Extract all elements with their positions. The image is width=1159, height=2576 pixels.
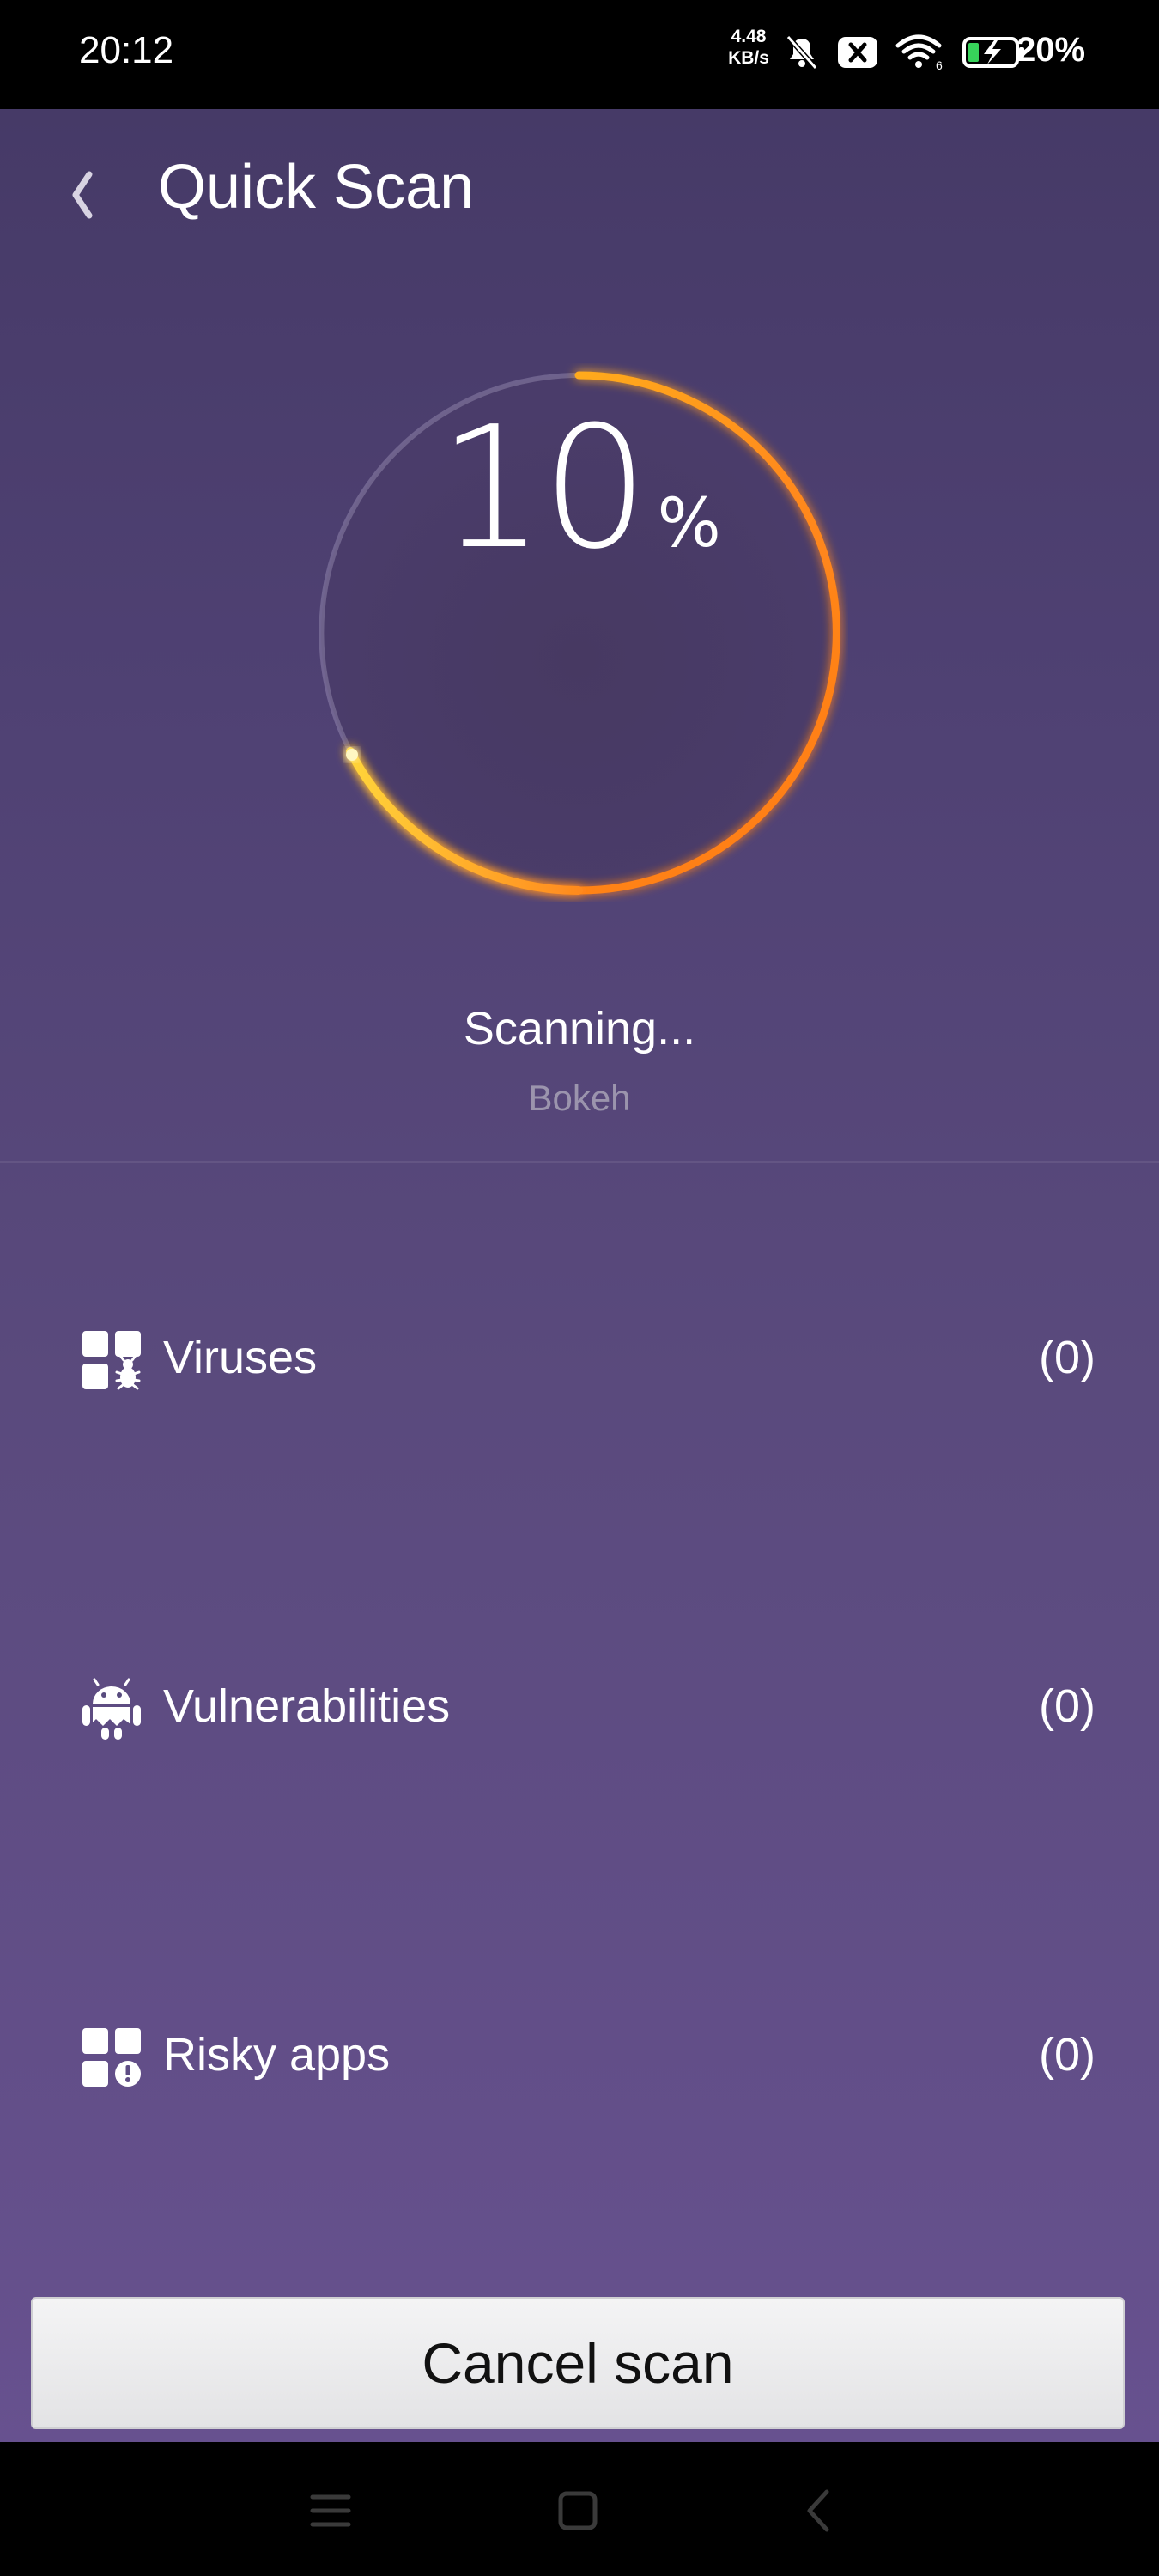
- bell-muted-icon: [786, 35, 818, 70]
- virus-apps-icon: [82, 1331, 141, 1390]
- system-nav-bar: [0, 2442, 1159, 2576]
- back-button[interactable]: [60, 161, 103, 229]
- battery-percent: 20%: [1016, 31, 1086, 69]
- progress-percent: 10%: [0, 391, 1159, 586]
- status-icons: 6: [783, 31, 1027, 74]
- progress-ring-head: [346, 749, 358, 761]
- progress-unit: %: [657, 485, 721, 562]
- result-label-viruses: Viruses: [163, 1332, 318, 1383]
- status-bar: 20:12 4.48 KB/s 6 20%: [0, 0, 1159, 109]
- nav-home-button[interactable]: [548, 2483, 608, 2538]
- result-row-risky-apps[interactable]: Risky apps (0): [0, 2006, 1159, 2109]
- divider: [0, 1161, 1159, 1163]
- menu-icon: [310, 2494, 351, 2527]
- android-bug-icon: [82, 1678, 141, 1740]
- nav-back-icon: [807, 2489, 829, 2532]
- nav-back-button[interactable]: [788, 2483, 848, 2538]
- result-row-viruses[interactable]: Viruses (0): [0, 1309, 1159, 1412]
- network-speed: 4.48 KB/s: [723, 26, 774, 69]
- risky-apps-icon: [82, 2028, 141, 2087]
- status-time: 20:12: [79, 29, 174, 71]
- result-count-viruses: (0): [1039, 1332, 1095, 1383]
- cancel-scan-button[interactable]: Cancel scan: [31, 2297, 1125, 2429]
- scan-status: Scanning...: [463, 1003, 696, 1054]
- chevron-left-icon: [72, 171, 93, 219]
- result-label-risky-apps: Risky apps: [163, 2029, 391, 2081]
- nav-menu-button[interactable]: [300, 2483, 361, 2538]
- network-speed-value: 4.48: [731, 27, 767, 46]
- home-square-icon: [558, 2491, 598, 2530]
- scan-current-item: Bokeh: [528, 1078, 631, 1118]
- wifi-sub-label: 6: [936, 58, 943, 71]
- progress-value: 10: [438, 391, 648, 586]
- close-notification-icon: [838, 37, 877, 68]
- result-label-vulnerabilities: Vulnerabilities: [163, 1680, 451, 1732]
- network-speed-unit: KB/s: [728, 48, 769, 68]
- result-count-risky-apps: (0): [1039, 2029, 1095, 2081]
- result-row-vulnerabilities[interactable]: Vulnerabilities (0): [0, 1657, 1159, 1760]
- app-screen: Quick Scan 10 % Scanning... Bokeh Viruse…: [0, 109, 1159, 2442]
- result-count-vulnerabilities: (0): [1039, 1680, 1095, 1732]
- wifi-icon: 6: [895, 34, 943, 71]
- page-title: Quick Scan: [158, 153, 475, 222]
